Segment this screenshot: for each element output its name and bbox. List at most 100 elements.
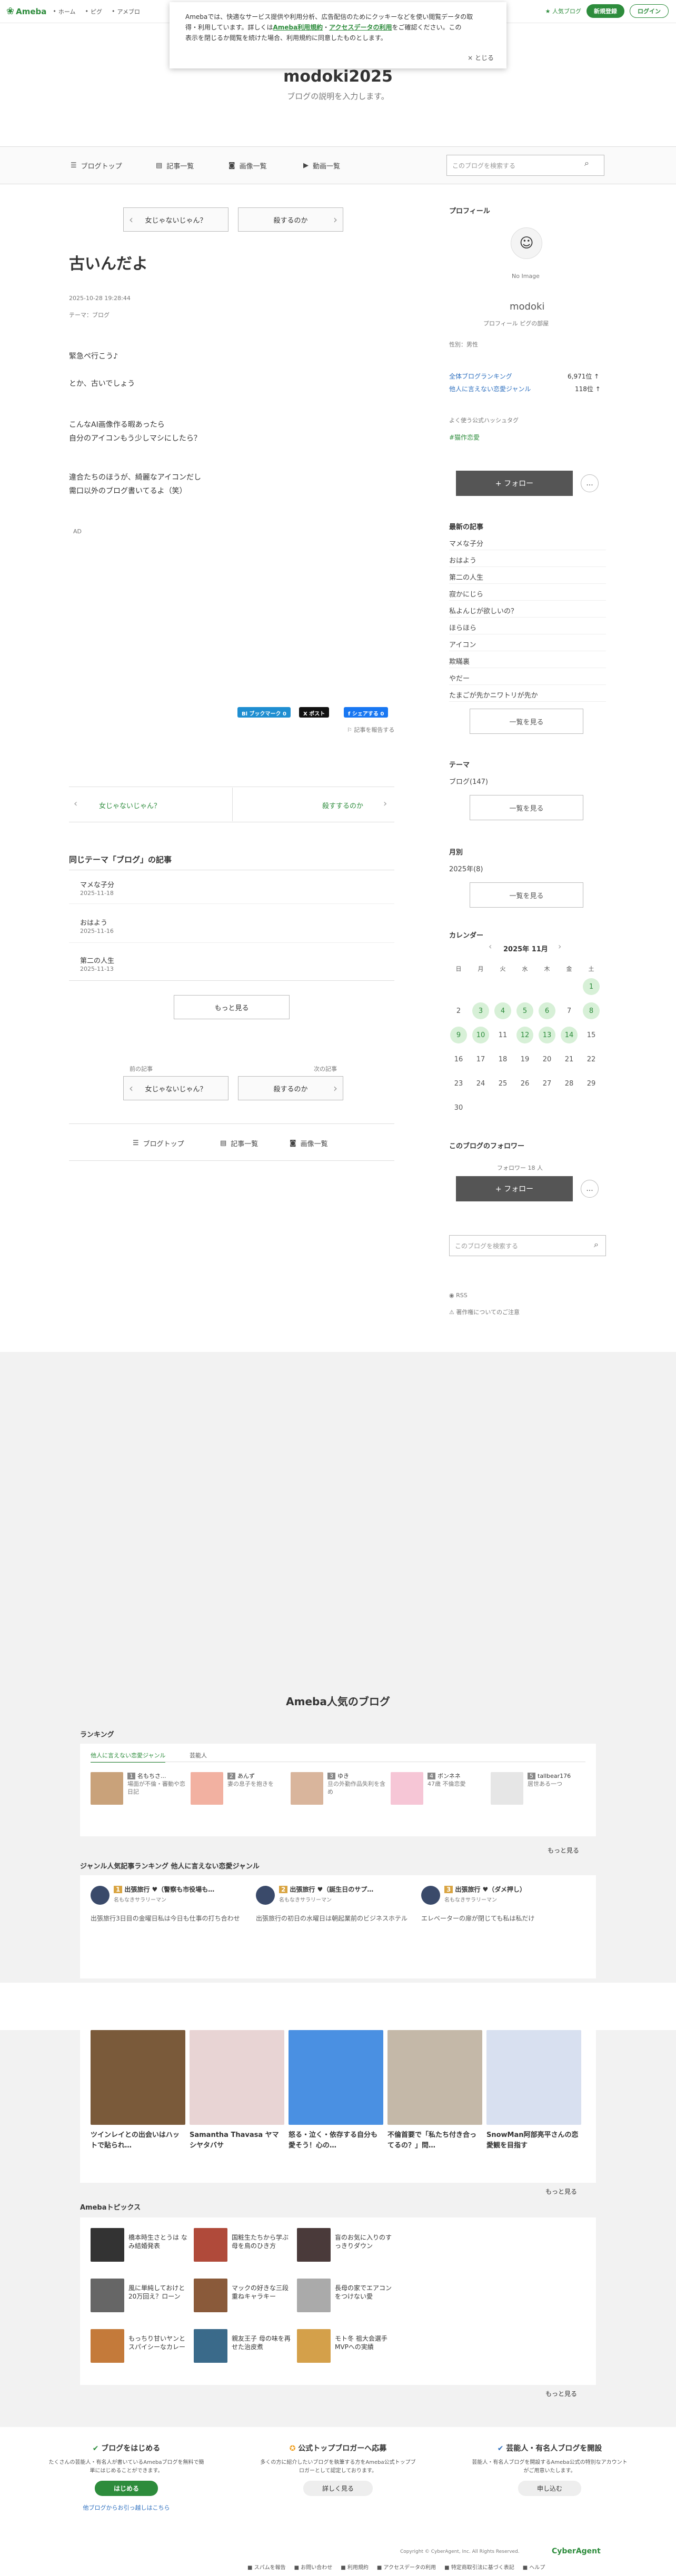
- cookie-close-button[interactable]: × とじる: [468, 53, 494, 63]
- prev-article-link[interactable]: 女じゃないじゃん？: [99, 800, 161, 810]
- gallery-title[interactable]: Samantha Thavasa ヤマシヤタバサ: [190, 2130, 284, 2151]
- facebook-share-button[interactable]: f シェアする 0: [344, 707, 389, 718]
- author-avatar[interactable]: [91, 1886, 110, 1905]
- ranking-thumbnail[interactable]: [191, 1772, 223, 1805]
- tab-celebrity[interactable]: 芸能人: [190, 1751, 207, 1759]
- register-button[interactable]: 新規登録: [586, 4, 624, 18]
- topics-more-link[interactable]: もっと見る: [545, 2389, 577, 2398]
- topic-thumbnail[interactable]: [297, 2279, 331, 2312]
- start-button[interactable]: はじめる: [94, 2481, 158, 2496]
- followers-count[interactable]: フォロワー 18 人: [497, 1163, 543, 1172]
- calendar-day[interactable]: 8: [583, 1002, 600, 1019]
- topic-thumbnail[interactable]: [91, 2228, 124, 2262]
- next-article-link[interactable]: 殺すするのか: [322, 800, 363, 810]
- topic-item[interactable]: もっちり甘いヤンとスパイシーなカレー: [128, 2334, 191, 2351]
- genre-item-title[interactable]: 2 出張旅行 ♥（誕生日のサプ…: [279, 1886, 411, 1894]
- nav-home[interactable]: • ホーム: [53, 7, 75, 16]
- access-data-link[interactable]: アクセスデータの利用: [329, 24, 392, 31]
- gallery-image[interactable]: [91, 2030, 185, 2125]
- popular-blog-link[interactable]: ★ 人気ブログ: [545, 7, 581, 15]
- ameba-logo[interactable]: ❀ Ameba: [6, 6, 46, 17]
- gallery-more-link[interactable]: もっと見る: [545, 2187, 577, 2196]
- footer-link[interactable]: ■ スパムを報告: [247, 2563, 286, 2571]
- recent-article-link[interactable]: マメな子分: [449, 538, 483, 548]
- gallery-title[interactable]: ツインレイとの出会いはハットで貼られ…: [91, 2130, 185, 2151]
- gallery-image[interactable]: [486, 2030, 581, 2125]
- hatena-bookmark-button[interactable]: Bl ブックマーク 0: [237, 707, 291, 718]
- theme-more-button[interactable]: 一覧を見る: [470, 795, 583, 820]
- related-item-title[interactable]: おはよう: [80, 917, 107, 927]
- article-theme[interactable]: テーマ：ブログ: [69, 311, 110, 319]
- prev-article-button[interactable]: ‹ 女じゃないじゃん？: [123, 207, 228, 232]
- calendar-day[interactable]: 6: [539, 1002, 555, 1019]
- ranking-item[interactable]: 5 tallbear176 居世ある一つ: [528, 1772, 585, 1788]
- ranking-link-genre[interactable]: 他人に言えない恋愛ジャンル: [449, 384, 531, 393]
- avatar[interactable]: ☺: [511, 227, 542, 259]
- ranking-more-link[interactable]: もっと見る: [548, 1846, 579, 1855]
- blog-search-input[interactable]: このブログを検索する: [446, 155, 604, 176]
- next-article-button[interactable]: 殺するのか ›: [238, 207, 343, 232]
- cyberagent-logo[interactable]: CyberAgent: [552, 2547, 601, 2555]
- topic-item[interactable]: モト冬 祖大会選手MVPへの実績: [335, 2334, 397, 2351]
- sidebar-search-input[interactable]: このブログを検索する: [449, 1235, 606, 1256]
- footer-link[interactable]: ■ アクセスデータの利用: [377, 2563, 436, 2571]
- recent-article-link[interactable]: おはよう: [449, 555, 476, 565]
- gallery-image[interactable]: [387, 2030, 482, 2125]
- calendar-day[interactable]: 4: [494, 1002, 511, 1019]
- terms-link[interactable]: Ameba利用規約: [273, 24, 323, 31]
- author-avatar[interactable]: [256, 1886, 275, 1905]
- nav-ameblo[interactable]: • アメブロ: [112, 7, 140, 16]
- chevron-left-icon[interactable]: ‹: [489, 941, 492, 951]
- nav-pigg[interactable]: • ピグ: [85, 7, 103, 16]
- migrate-link[interactable]: 他ブログからお引っ越しはこちら: [26, 2503, 226, 2512]
- next-article-button[interactable]: 殺するのか ›: [238, 1076, 343, 1100]
- calendar-day[interactable]: 5: [516, 1002, 533, 1019]
- topic-item[interactable]: 橋本時生さとうは なみ結婚発表: [128, 2233, 191, 2250]
- related-item-title[interactable]: 第二の人生: [80, 955, 114, 965]
- monthly-more-button[interactable]: 一覧を見る: [470, 882, 583, 908]
- recent-more-button[interactable]: 一覧を見る: [470, 709, 583, 734]
- calendar-day[interactable]: 10: [472, 1027, 489, 1043]
- topblogger-details-button[interactable]: 詳しく見る: [303, 2481, 373, 2496]
- ranking-thumbnail[interactable]: [491, 1772, 523, 1805]
- footnav-article-list[interactable]: ▤ 記事一覧: [220, 1138, 258, 1148]
- topic-thumbnail[interactable]: [194, 2228, 227, 2262]
- footnav-blog-top[interactable]: ☰ ブログトップ: [133, 1138, 184, 1148]
- topic-thumbnail[interactable]: [91, 2329, 124, 2363]
- calendar-day[interactable]: 14: [561, 1027, 578, 1043]
- calendar-day[interactable]: 1: [583, 978, 600, 995]
- topic-thumbnail[interactable]: [194, 2329, 227, 2363]
- footer-link[interactable]: ■ 特定商取引法に基づく表記: [444, 2563, 514, 2571]
- recent-article-link[interactable]: 第二の人生: [449, 572, 483, 582]
- ranking-link-overall[interactable]: 全体ブログランキング: [449, 372, 512, 381]
- topic-thumbnail[interactable]: [91, 2279, 124, 2312]
- search-icon[interactable]: ⌕: [584, 158, 600, 173]
- nav-article-list[interactable]: ▤ 記事一覧: [156, 161, 194, 171]
- prev-article-button[interactable]: ‹ 女じゃないじゃん？: [123, 1076, 228, 1100]
- recent-article-link[interactable]: アイコン: [449, 639, 476, 649]
- follow-button[interactable]: + フォロー: [456, 1176, 573, 1201]
- gallery-title[interactable]: 不倫首要で「私たち付き合ってるの？」問…: [387, 2130, 482, 2151]
- celebrity-apply-button[interactable]: 申し込む: [518, 2481, 581, 2496]
- ranking-item[interactable]: 1 名もちさ... 場面が不倫・審動や恋日記: [127, 1772, 185, 1796]
- blog-title[interactable]: modoki2025: [0, 67, 676, 86]
- nav-video-list[interactable]: ▶ 動画一覧: [303, 161, 340, 171]
- recent-article-link[interactable]: 私よんじが欲しいの？: [449, 605, 518, 615]
- ranking-thumbnail[interactable]: [291, 1772, 323, 1805]
- related-item-title[interactable]: マメな子分: [80, 879, 114, 889]
- topic-thumbnail[interactable]: [194, 2279, 227, 2312]
- ranking-thumbnail[interactable]: [391, 1772, 423, 1805]
- topic-item[interactable]: 親友王子 母の味を再せた治皮煮: [232, 2334, 294, 2351]
- report-article-link[interactable]: ⚐ 記事を報告する: [347, 725, 394, 734]
- chevron-right-icon[interactable]: ›: [558, 941, 561, 951]
- topic-thumbnail[interactable]: [297, 2329, 331, 2363]
- gallery-image[interactable]: [289, 2030, 383, 2125]
- rss-link[interactable]: ◉ RSS: [449, 1292, 468, 1299]
- topic-item[interactable]: マックの好きな三段重ねキャラキー: [232, 2284, 294, 2301]
- author-avatar[interactable]: [421, 1886, 440, 1905]
- genre-item-author[interactable]: 名もなきサラリーマン: [444, 1896, 497, 1904]
- footer-link[interactable]: ■ ヘルプ: [523, 2563, 545, 2571]
- more-options-button[interactable]: ...: [581, 474, 599, 492]
- follow-button[interactable]: + フォロー: [456, 471, 573, 496]
- footer-link[interactable]: ■ お問い合わせ: [294, 2563, 333, 2571]
